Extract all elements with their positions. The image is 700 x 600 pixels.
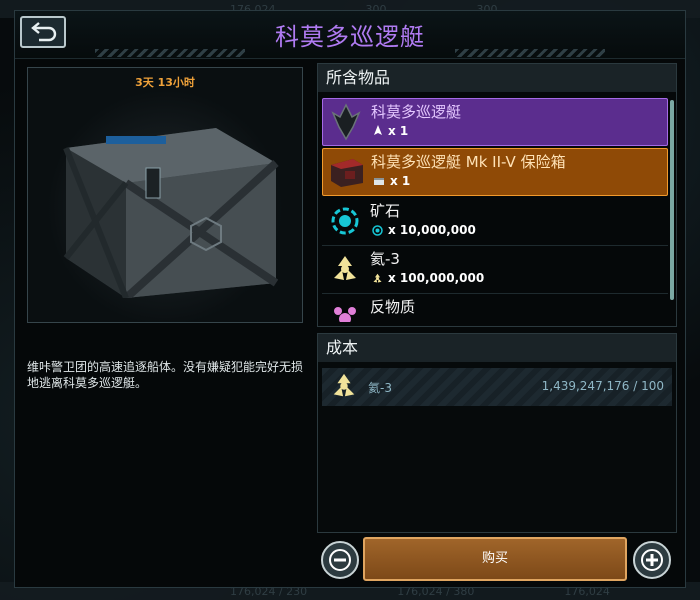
item-quantity: x 10,000,000 — [372, 223, 476, 237]
cost-title: 成本 — [318, 334, 676, 362]
contents-list[interactable]: 科莫多巡逻艇 x 1 科莫多巡逻艇 Mk II-V 保险箱 x 1 矿石 x 1… — [322, 98, 668, 322]
helium-icon — [326, 250, 364, 288]
item-description: 维咔警卫团的高速追逐船体。没有嫌疑犯能完好无损地逃离科莫多巡逻艇。 — [27, 360, 304, 390]
helium-icon — [330, 372, 358, 404]
minus-icon — [329, 549, 351, 571]
page-title: 科莫多巡逻艇 — [275, 23, 425, 51]
crate-small-icon — [374, 178, 384, 185]
buy-button[interactable]: 购买 — [363, 537, 627, 581]
antimatter-icon — [326, 298, 364, 322]
ship-icon — [327, 103, 365, 141]
cost-row: 氦-3 1,439,247,176 / 100 — [322, 368, 672, 406]
list-item[interactable]: 反物质 — [322, 294, 668, 322]
item-preview: 3天 13小时 — [27, 67, 303, 323]
increase-button[interactable] — [633, 541, 671, 579]
item-dialog: 科莫多巡逻艇 3天 13小时 维咔警卫团的高速追逐船体。没有嫌疑犯能完好无损地逃… — [14, 10, 686, 588]
helium-small-icon — [373, 273, 382, 283]
item-quantity: x 1 — [373, 174, 410, 188]
timer-label: 3天 13小时 — [135, 76, 195, 89]
decrease-button[interactable] — [321, 541, 359, 579]
item-quantity: x 100,000,000 — [372, 271, 484, 285]
list-item[interactable]: 科莫多巡逻艇 x 1 — [322, 98, 668, 146]
crate-image — [63, 128, 279, 298]
ore-icon — [326, 202, 364, 240]
list-item[interactable]: 科莫多巡逻艇 Mk II-V 保险箱 x 1 — [322, 148, 668, 196]
item-name: 科莫多巡逻艇 — [371, 103, 462, 121]
item-name: 矿石 — [370, 202, 401, 220]
list-item[interactable]: 矿石 x 10,000,000 — [322, 198, 668, 246]
ore-small-icon — [372, 224, 383, 236]
item-quantity: x 1 — [373, 124, 408, 138]
contents-title: 所含物品 — [318, 64, 676, 92]
item-name: 氦-3 — [370, 250, 400, 268]
plus-icon — [641, 549, 663, 571]
cost-panel: 成本 氦-3 1,439,247,176 / 100 — [317, 333, 677, 533]
cost-value: 1,439,247,176 / 100 — [541, 379, 664, 393]
item-name: 科莫多巡逻艇 Mk II-V 保险箱 — [371, 153, 566, 171]
dialog-header: 科莫多巡逻艇 — [15, 11, 685, 59]
list-item[interactable]: 氦-3 x 100,000,000 — [322, 246, 668, 294]
ship-small-icon — [374, 125, 382, 135]
contents-scrollbar[interactable] — [670, 100, 674, 300]
item-name: 反物质 — [370, 298, 416, 316]
contents-panel: 所含物品 科莫多巡逻艇 x 1 科莫多巡逻艇 Mk II-V 保险箱 x 1 矿… — [317, 63, 677, 327]
cost-resource: 氦-3 — [368, 381, 392, 395]
crate-icon — [327, 153, 365, 191]
